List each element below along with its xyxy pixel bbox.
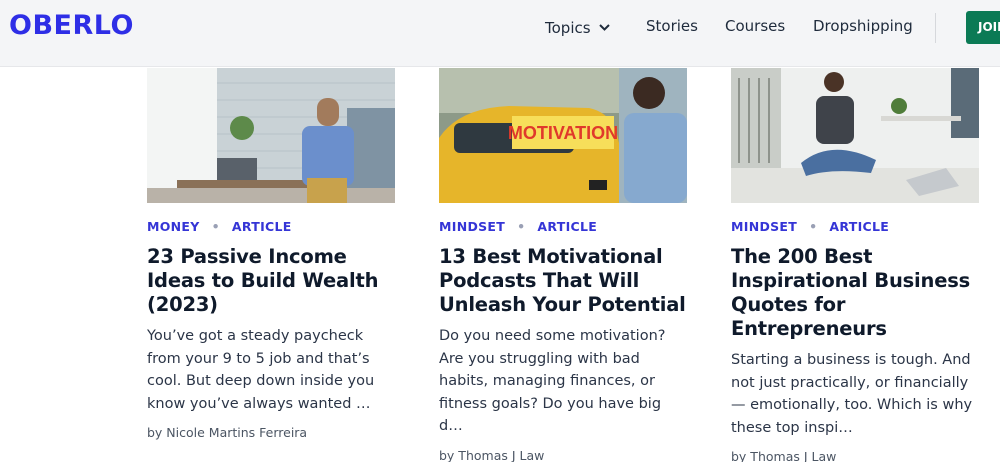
article-excerpt: Do you need some motivation? Are you str… xyxy=(439,328,666,434)
article-author: by Nicole Martins Ferreira xyxy=(147,425,308,440)
article-author: by Thomas J Law xyxy=(731,449,837,462)
type-label[interactable]: ARTICLE xyxy=(829,219,889,234)
article-card[interactable]: MONEY • ARTICLE 23 Passive Income Ideas to… xyxy=(147,68,397,440)
article-meta: MINDSET • ARTICLE xyxy=(731,219,981,235)
category-label[interactable]: MINDSET xyxy=(731,219,797,234)
motivation-image-text: MOTIVATION xyxy=(508,123,618,143)
article-meta: MINDSET • ARTICLE xyxy=(439,219,689,235)
type-label[interactable]: ARTICLE xyxy=(232,219,292,234)
nav-divider xyxy=(935,13,936,43)
type-label[interactable]: ARTICLE xyxy=(537,219,597,234)
article-image[interactable]: MOTIVATION xyxy=(439,68,687,203)
nav-topics-label: Topics xyxy=(545,19,591,37)
article-image[interactable] xyxy=(147,68,395,203)
nav-topics[interactable]: Topics xyxy=(545,17,610,37)
nav-dropshipping[interactable]: Dropshipping xyxy=(813,17,913,35)
article-excerpt: Starting a business is tough. And not ju… xyxy=(731,352,973,436)
article-title[interactable]: 13 Best Motivational Podcasts That Will … xyxy=(439,245,689,317)
chevron-down-icon xyxy=(598,17,610,35)
article-image[interactable] xyxy=(731,68,979,203)
article-card[interactable]: MOTIVATION MINDSET • ARTICLE 13 Best Motiv… xyxy=(439,68,689,462)
nav-courses[interactable]: Courses xyxy=(725,17,785,35)
meta-separator: • xyxy=(809,219,818,234)
meta-separator: • xyxy=(517,219,526,234)
article-title[interactable]: The 200 Best Inspirational Business Quot… xyxy=(731,245,981,341)
article-title[interactable]: 23 Passive Income Ideas to Build Wealth … xyxy=(147,245,397,317)
join-button[interactable]: JOIN xyxy=(966,11,1000,44)
meta-separator: • xyxy=(211,219,220,234)
category-label[interactable]: MINDSET xyxy=(439,219,505,234)
article-excerpt: You’ve got a steady paycheck from your 9… xyxy=(147,328,375,412)
top-navigation-bar: OBERLO Topics Stories Courses Dropshippi… xyxy=(0,0,1000,67)
category-label[interactable]: MONEY xyxy=(147,219,200,234)
article-card[interactable]: MINDSET • ARTICLE The 200 Best Inspiration… xyxy=(731,68,981,462)
nav-stories[interactable]: Stories xyxy=(646,17,698,35)
article-meta: MONEY • ARTICLE xyxy=(147,219,397,235)
article-author: by Thomas J Law xyxy=(439,447,545,462)
oberlo-logo[interactable]: OBERLO xyxy=(9,10,134,41)
